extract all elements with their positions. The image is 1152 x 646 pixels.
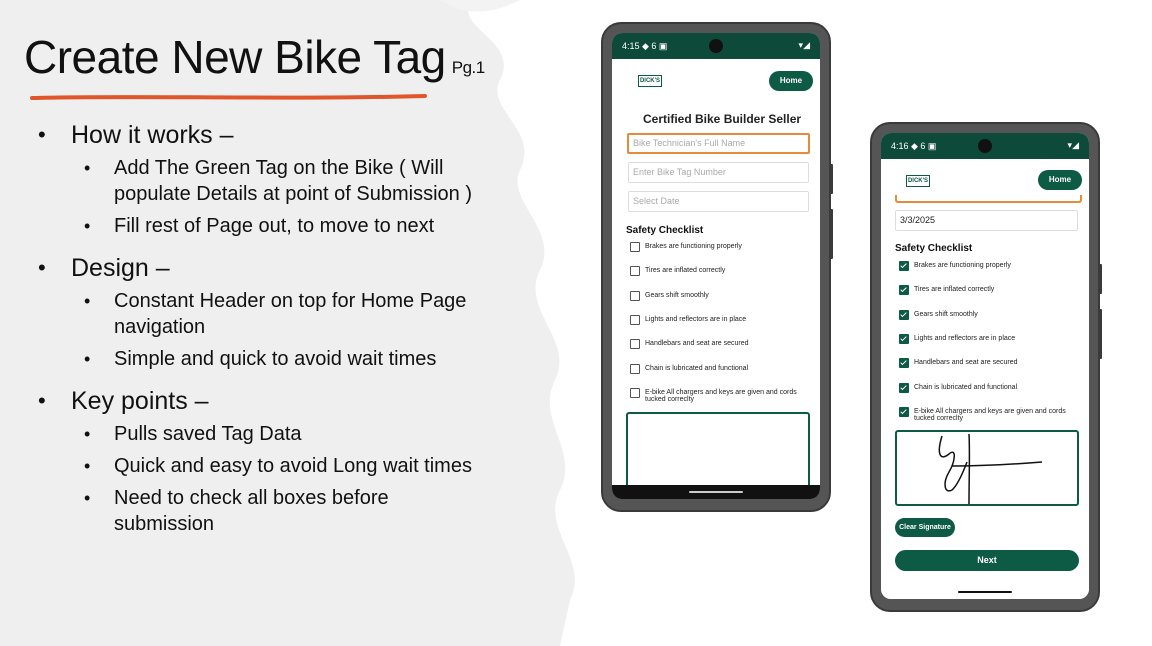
checkbox[interactable] [630,314,640,325]
slide-title: Create New Bike Tag Pg.1 [24,30,485,84]
checklist-item-label: E-bike All chargers and keys are given a… [645,388,797,403]
checklist-item-label: Lights and reflectors are in place [914,334,1016,342]
status-time: 4:15 [622,41,640,51]
checklist-item[interactable]: Brakes are functioning properly [630,242,805,253]
phone-screen: 4:16 ◆ 6 ▣ ▾◢ DICK'S Home 3/3/2025 Safet… [881,133,1089,599]
gesture-handle[interactable] [689,491,743,493]
sub-bullet: Quick and easy to avoid Long wait times [84,453,484,479]
checklist-item-label: Chain is lubricated and functional [914,383,1018,391]
nav-bar [881,585,1089,599]
phone-screen: 4:15 ◆ 6 ▣ ▾◢ DICK'S Home Certified Bike… [612,33,820,499]
checkbox[interactable] [630,339,640,350]
sub-bullet: Constant Header on top for Home Page nav… [84,288,484,340]
signature-drawing [938,433,1043,505]
sub-bullet: Fill rest of Page out, to move to next [84,213,536,239]
sub-bullet: Add The Green Tag on the Bike ( Will pop… [84,155,494,207]
phone-side-button [1099,309,1102,359]
checklist-item[interactable]: Handlebars and seat are secured [899,358,1074,369]
phone-side-button [1099,264,1102,294]
date-input[interactable]: 3/3/2025 [895,210,1078,231]
sub-bullet: Need to check all boxes before submissio… [84,485,454,537]
phone-mockup-1: 4:15 ◆ 6 ▣ ▾◢ DICK'S Home Certified Bike… [601,22,833,512]
signal-icon: ▾◢ [1067,140,1079,150]
title-underline [30,94,427,100]
checklist-item-label: Gears shift smoothly [645,291,709,299]
technician-name-input[interactable]: Bike Technician's Full Name [627,133,810,154]
checkbox[interactable] [630,363,640,374]
bullet-list: How it works – Add The Green Tag on the … [36,120,536,543]
checkbox[interactable] [899,261,909,271]
status-time: 4:16 [891,141,909,151]
signature-pad[interactable] [626,412,810,496]
dicks-logo: DICK'S [906,175,930,187]
signature-pad[interactable] [895,430,1079,506]
checklist-item[interactable]: E-bike All chargers and keys are given a… [899,406,1074,422]
checkbox[interactable] [899,382,909,393]
status-bar: 4:16 ◆ 6 ▣ ▾◢ [881,133,1089,159]
checklist-item-label: Brakes are functioning properly [914,262,1011,269]
date-input[interactable]: Select Date [628,191,809,212]
status-icons: ◆ 6 ▣ [642,41,668,51]
checklist-item[interactable]: Handlebars and seat are secured [630,339,805,350]
checklist-item-label: Tires are inflated correctly [645,267,726,275]
dicks-logo: DICK'S [638,75,662,87]
checkbox[interactable] [899,358,909,369]
page-header: Certified Bike Builder Seller [643,112,802,126]
bullet-key-points: Key points – [36,386,536,416]
checkbox[interactable] [899,285,909,296]
home-button[interactable]: Home [769,71,813,91]
checklist-item-label: Handlebars and seat are secured [914,359,1018,367]
status-bar: 4:15 ◆ 6 ▣ ▾◢ [612,33,820,59]
checkbox[interactable] [630,387,640,398]
slide-title-text: Create New Bike Tag [24,31,446,83]
checklist-title: Safety Checklist [895,243,973,254]
checkbox[interactable] [630,290,640,301]
checklist-item[interactable]: Chain is lubricated and functional [899,382,1074,394]
checkbox[interactable] [630,266,640,277]
bullet-how-it-works: How it works – [36,120,536,150]
checklist-item[interactable]: E-bike All chargers and keys are given a… [630,387,805,403]
checklist-item-label: Lights and reflectors are in place [645,315,747,323]
checkbox[interactable] [899,333,909,344]
checklist-item-label: Brakes are functioning properly [645,243,742,250]
sub-bullet: Pulls saved Tag Data [84,421,536,447]
checklist-item-label: Tires are inflated correctly [914,286,995,294]
checkbox[interactable] [899,309,909,320]
bullet-design: Design – [36,253,536,283]
next-button[interactable]: Next [895,550,1079,571]
checklist-item-label: Chain is lubricated and functional [645,364,749,372]
checklist-item[interactable]: Tires are inflated correctly [630,266,805,277]
nav-bar [612,485,820,499]
signal-icon: ▾◢ [798,40,810,50]
checklist-item-label: Gears shift smoothly [914,310,978,318]
clear-signature-button[interactable]: Clear Signature [895,518,955,537]
focused-field-edge [895,195,1082,203]
camera-icon [709,39,723,53]
checklist-item[interactable]: Gears shift smoothly [899,309,1074,321]
checkbox[interactable] [630,242,640,252]
camera-icon [978,139,992,153]
checkbox[interactable] [899,406,909,417]
checklist-item[interactable]: Gears shift smoothly [630,290,805,302]
checklist-item[interactable]: Tires are inflated correctly [899,285,1074,296]
phone-mockup-2: 4:16 ◆ 6 ▣ ▾◢ DICK'S Home 3/3/2025 Safet… [870,122,1102,612]
checklist-item[interactable]: Lights and reflectors are in place [630,314,805,326]
page-number: Pg.1 [451,58,485,77]
home-button[interactable]: Home [1038,170,1082,190]
phone-side-button [830,164,833,194]
status-icons: ◆ 6 ▣ [911,141,937,151]
gesture-handle[interactable] [958,591,1012,593]
checklist-item[interactable]: Chain is lubricated and functional [630,363,805,375]
checklist-title: Safety Checklist [626,225,704,236]
checklist-item-label: E-bike All chargers and keys are given a… [914,407,1066,422]
sub-bullet: Simple and quick to avoid wait times [84,346,536,372]
bike-tag-input[interactable]: Enter Bike Tag Number [628,162,809,183]
checklist-item[interactable]: Brakes are functioning properly [899,261,1074,272]
checklist-item[interactable]: Lights and reflectors are in place [899,333,1074,345]
checklist-item-label: Handlebars and seat are secured [645,340,749,348]
phone-side-button [830,209,833,259]
